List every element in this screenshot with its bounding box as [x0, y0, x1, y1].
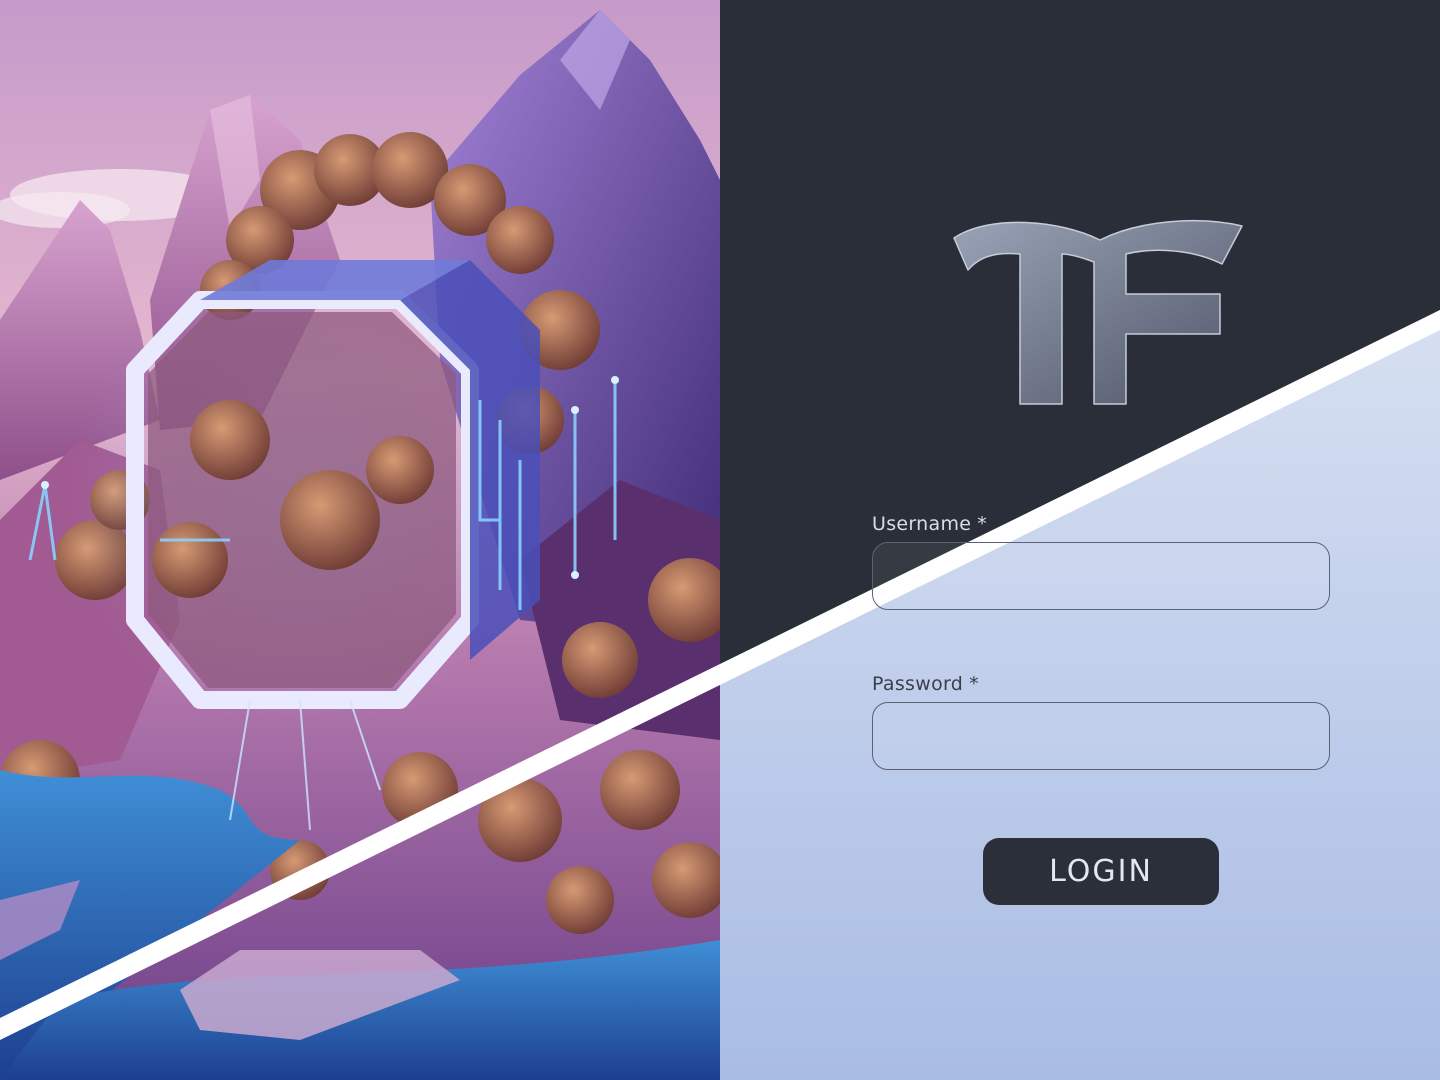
password-group: Password * [872, 670, 1330, 770]
hero-illustration [0, 0, 720, 1080]
tf-monogram-icon [953, 220, 1243, 405]
login-page: TF Username* Password* LOGIN [0, 0, 1440, 1080]
password-label: Password * [872, 670, 1330, 698]
username-group: Username * [872, 510, 1330, 610]
login-button[interactable]: LOGIN [983, 838, 1219, 905]
login-form: Username * Password * [872, 510, 1330, 770]
password-required-mark: * [969, 673, 979, 695]
username-label-text: Username [872, 513, 972, 535]
password-label-text: Password [872, 673, 964, 695]
username-required-mark: * [977, 513, 988, 535]
username-label: Username * [872, 510, 1330, 538]
fantasy-portal-illustration-icon [0, 0, 720, 1080]
username-input[interactable] [872, 542, 1330, 610]
password-input[interactable] [872, 702, 1330, 770]
